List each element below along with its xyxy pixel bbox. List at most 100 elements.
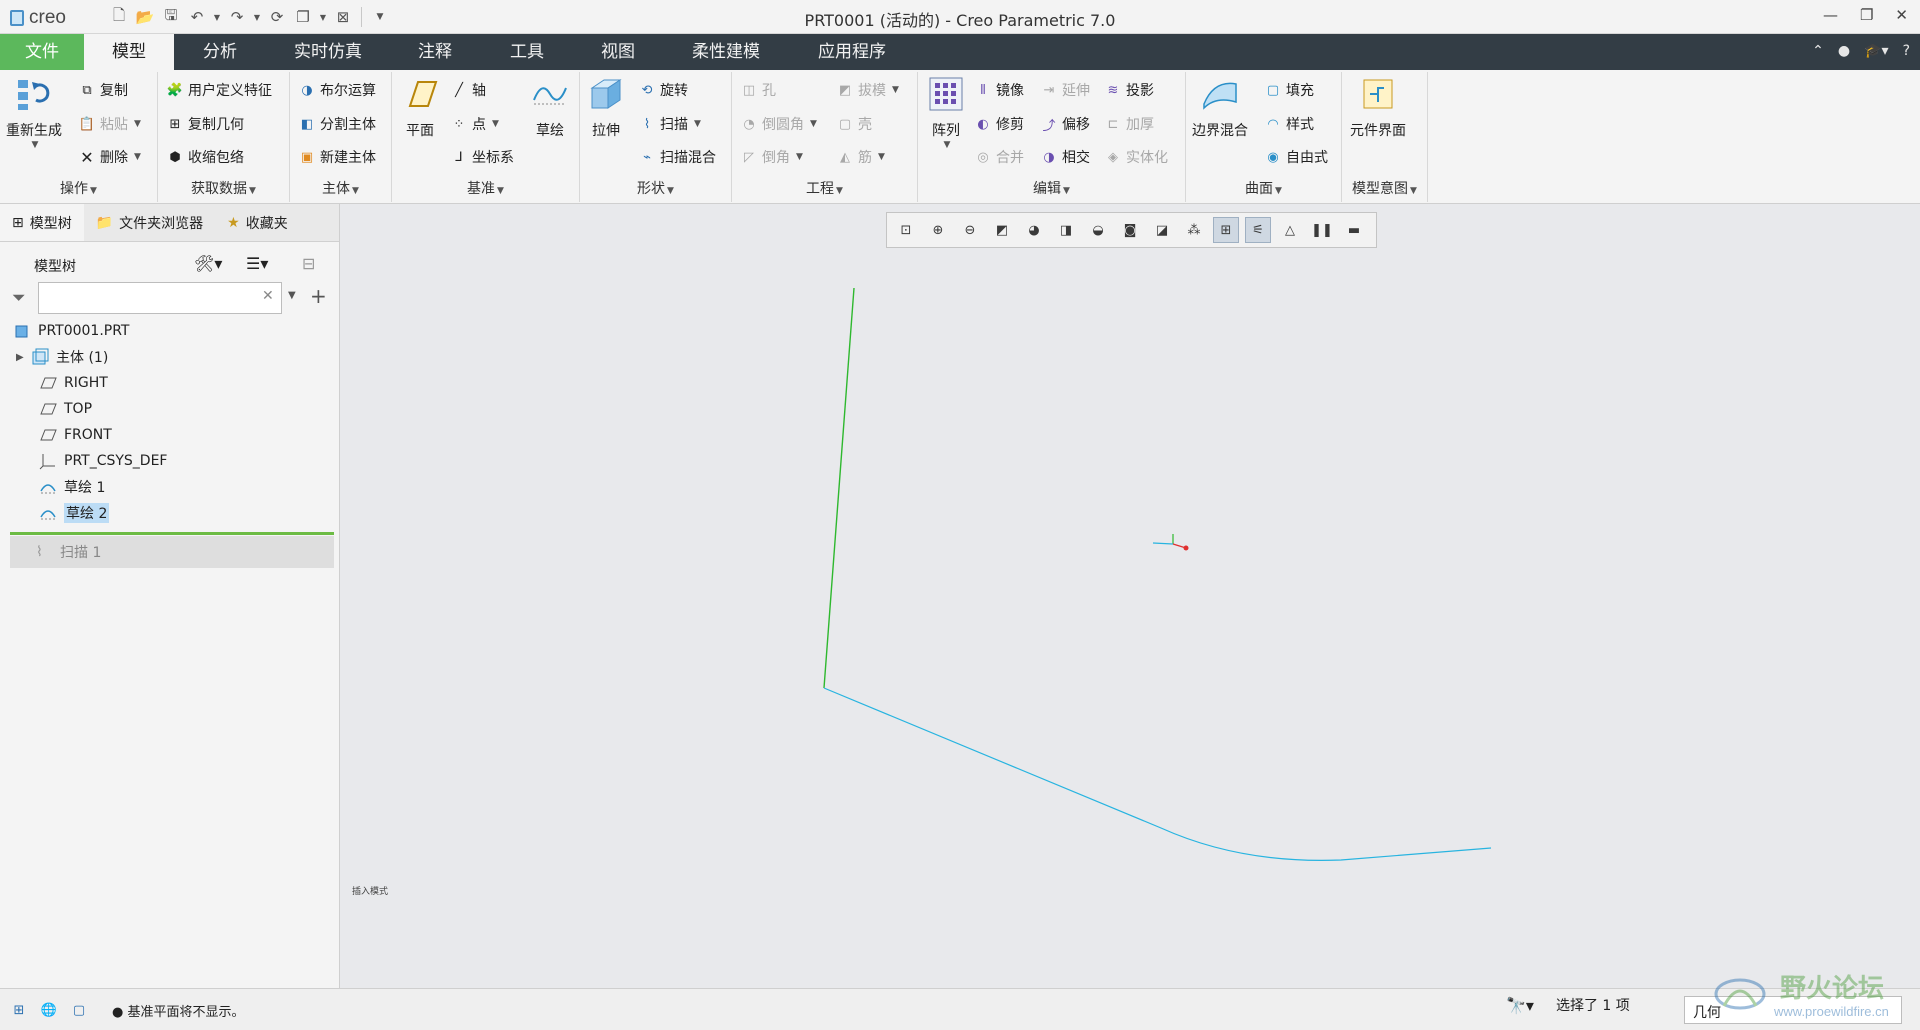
annotation-display-icon[interactable]: ⚟ [1245, 217, 1271, 243]
round-button[interactable]: ◔ 倒圆角 ▼ [740, 114, 817, 134]
appearance-icon[interactable]: △ [1277, 217, 1303, 243]
navigator-toggle-icon[interactable]: ⊞ [8, 999, 30, 1021]
paste-button[interactable]: 📋 粘贴 ▼ [78, 114, 141, 134]
draft-dropdown-icon[interactable]: ▼ [892, 85, 899, 95]
tree-columns-icon[interactable]: ⊟ [302, 254, 315, 273]
plane-button[interactable]: 平面 [400, 74, 440, 140]
regenerate-dropdown-icon[interactable]: ▼ [32, 140, 39, 150]
tab-analysis[interactable]: 分析 [180, 34, 260, 70]
tree-item-body[interactable]: ▶ 主体 (1) [0, 344, 340, 370]
restore-icon[interactable]: ❐ [1860, 6, 1873, 24]
graphics-window[interactable] [341, 204, 1920, 988]
collapse-ribbon-icon[interactable]: ⌃ [1812, 43, 1824, 59]
rib-button[interactable]: ◭ 筋 ▼ [836, 147, 885, 167]
style-button[interactable]: ◠ 样式 [1264, 114, 1314, 134]
delete-button[interactable]: ✕ 删除 ▼ [78, 147, 141, 167]
filter-icon[interactable]: ⏷ [12, 288, 26, 308]
close-icon[interactable]: ✕ [1895, 6, 1908, 24]
view-manager-icon[interactable]: ◒ [1085, 217, 1111, 243]
regenerate-button[interactable]: 重新生成 ▼ [6, 74, 62, 150]
draft-button[interactable]: ◩ 拔模 ▼ [836, 80, 899, 100]
full-screen-icon[interactable]: ▢ [68, 999, 90, 1021]
graphics-canvas[interactable] [341, 204, 1920, 988]
model-intent-group-label[interactable]: 模型意图 ▼ [1342, 178, 1427, 198]
mirror-button[interactable]: ⫴ 镜像 [974, 80, 1024, 100]
tree-item-right[interactable]: RIGHT [0, 370, 340, 396]
learning-connector-icon[interactable]: 🎓▾ [1864, 43, 1888, 59]
sweep-dropdown-icon[interactable]: ▼ [694, 119, 701, 129]
shell-button[interactable]: ▢ 壳 [836, 114, 872, 134]
hole-button[interactable]: ◫ 孔 [740, 80, 776, 100]
add-filter-icon[interactable]: + [310, 284, 327, 308]
tab-folder-browser[interactable]: 📁 文件夹浏览器 [84, 204, 215, 241]
sketch-button[interactable]: 草绘 [530, 74, 570, 140]
insert-here-marker[interactable] [10, 532, 334, 535]
tab-flexible-modeling[interactable]: 柔性建模 [676, 34, 776, 70]
browser-toggle-icon[interactable]: 🌐 [38, 999, 60, 1021]
tab-favorites[interactable]: ★ 收藏夹 [215, 204, 300, 241]
boolean-button[interactable]: ◑ 布尔运算 [298, 80, 376, 100]
notification-icon[interactable]: ● [1838, 43, 1850, 59]
fill-button[interactable]: ▢ 填充 [1264, 80, 1314, 100]
pattern-dropdown-icon[interactable]: ▼ [944, 140, 951, 150]
engineering-group-label[interactable]: 工程 ▼ [732, 178, 917, 198]
expand-arrow-icon[interactable]: ▶ [16, 352, 30, 363]
repaint-icon[interactable]: ◩ [989, 217, 1015, 243]
tab-annotate[interactable]: 注释 [395, 34, 475, 70]
thicken-button[interactable]: ⊏ 加厚 [1104, 114, 1154, 134]
round-dropdown-icon[interactable]: ▼ [810, 119, 817, 129]
selection-count[interactable]: 选择了 1 项 [1556, 995, 1630, 1015]
tree-settings-icon[interactable]: 🛠▾ [194, 254, 222, 273]
tab-live-simulation[interactable]: 实时仿真 [278, 34, 378, 70]
tab-model[interactable]: 模型 [84, 34, 174, 70]
minimize-icon[interactable]: — [1823, 6, 1838, 24]
merge-button[interactable]: ◎ 合并 [974, 147, 1024, 167]
pattern-button[interactable]: 阵列 ▼ [926, 74, 966, 150]
datum-display-icon[interactable]: ⁂ [1181, 217, 1207, 243]
tree-show-icon[interactable]: ☰▾ [246, 254, 268, 273]
udf-button[interactable]: 🧩 用户定义特征 [166, 80, 272, 100]
sweep-button[interactable]: ⌇ 扫描 ▼ [638, 114, 701, 134]
zoom-in-icon[interactable]: ⊕ [925, 217, 951, 243]
point-button[interactable]: ⁘ 点 ▼ [450, 114, 499, 134]
section-icon[interactable]: ◪ [1149, 217, 1175, 243]
axis-button[interactable]: ╱ 轴 [450, 80, 486, 100]
surfaces-group-label[interactable]: 曲面 ▼ [1186, 178, 1341, 198]
tab-tools[interactable]: 工具 [487, 34, 567, 70]
rib-dropdown-icon[interactable]: ▼ [878, 152, 885, 162]
sketch-2-curve[interactable] [823, 687, 1492, 861]
copy-geometry-button[interactable]: ⊞ 复制几何 [166, 114, 244, 134]
extrude-button[interactable]: 拉伸 [586, 74, 626, 140]
display-style-icon[interactable]: ◕ [1021, 217, 1047, 243]
animation-icon[interactable]: ▬ [1341, 217, 1367, 243]
trim-button[interactable]: ◐ 修剪 [974, 114, 1024, 134]
intersect-button[interactable]: ◑ 相交 [1040, 147, 1090, 167]
tree-item-front[interactable]: FRONT [0, 422, 340, 448]
tab-model-tree[interactable]: ⊞ 模型树 [0, 204, 84, 241]
offset-button[interactable]: ⤴ 偏移 [1040, 114, 1090, 134]
operations-group-label[interactable]: 操作 ▼ [0, 178, 157, 198]
spin-center-icon[interactable]: ⊞ [1213, 217, 1239, 243]
swept-blend-button[interactable]: ⌁ 扫描混合 [638, 147, 716, 167]
copy-button[interactable]: ⧉ 复制 [78, 80, 128, 100]
editing-group-label[interactable]: 编辑 ▼ [918, 178, 1185, 198]
get-data-group-label[interactable]: 获取数据 ▼ [158, 178, 289, 198]
solidify-button[interactable]: ◈ 实体化 [1104, 147, 1168, 167]
tree-item-csys[interactable]: PRT_CSYS_DEF [0, 448, 340, 474]
paste-dropdown-icon[interactable]: ▼ [134, 119, 141, 129]
tree-item-sketch-2[interactable]: 草绘 2 [0, 500, 340, 526]
chamfer-dropdown-icon[interactable]: ▼ [796, 152, 803, 162]
datum-group-label[interactable]: 基准 ▼ [392, 178, 579, 198]
refit-icon[interactable]: ⊡ [893, 217, 919, 243]
tree-item-sketch-1[interactable]: 草绘 1 [0, 474, 340, 500]
shrinkwrap-button[interactable]: ⬢ 收缩包络 [166, 147, 244, 167]
tab-view[interactable]: 视图 [578, 34, 658, 70]
chamfer-button[interactable]: ◸ 倒角 ▼ [740, 147, 803, 167]
help-icon[interactable]: ? [1903, 43, 1910, 59]
search-dropdown-icon[interactable]: ▼ [288, 290, 296, 301]
pause-icon[interactable]: ❚❚ [1309, 217, 1335, 243]
project-button[interactable]: ≋ 投影 [1104, 80, 1154, 100]
zoom-out-icon[interactable]: ⊖ [957, 217, 983, 243]
extend-button[interactable]: ⇥ 延伸 [1040, 80, 1090, 100]
csys-button[interactable]: ⅃ 坐标系 [450, 147, 514, 167]
